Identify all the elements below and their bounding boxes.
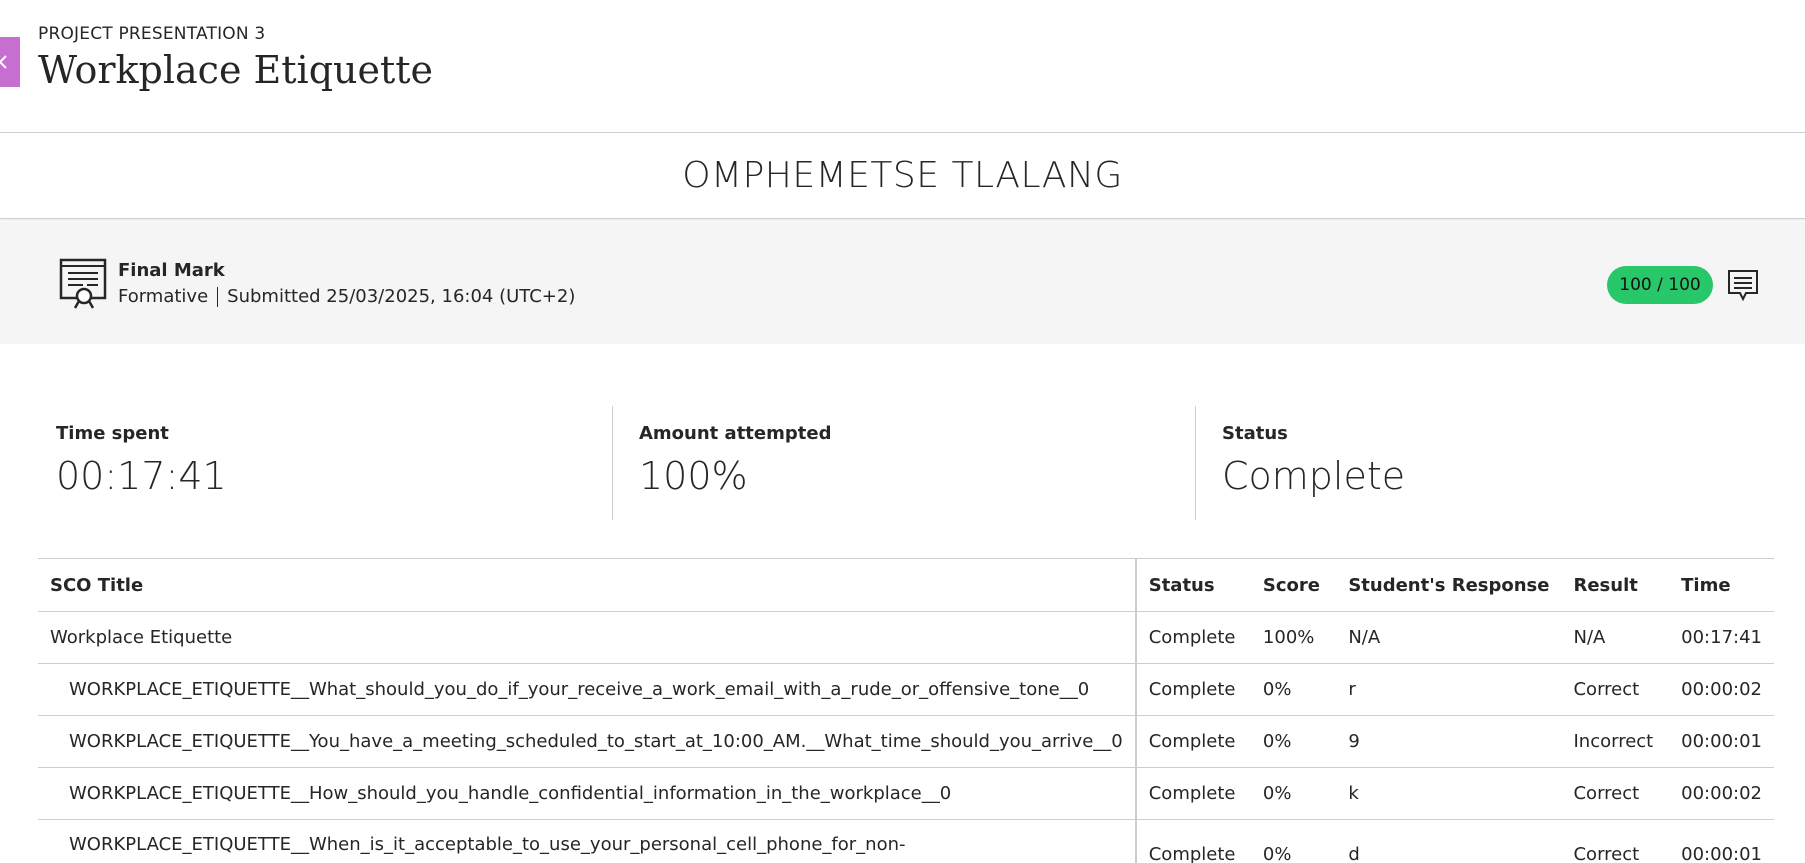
sco-status: Complete (1135, 819, 1251, 863)
stat-value: 00:17:41 (56, 454, 227, 498)
attempt-stats: Time spent 00:17:41 Amount attempted 100… (0, 406, 1805, 520)
sco-result: Correct (1561, 663, 1670, 716)
certificate-icon (59, 258, 107, 309)
sco-score: 0% (1250, 819, 1337, 863)
back-button[interactable] (0, 37, 20, 87)
stat-divider (612, 406, 613, 520)
stat-label: Status (1222, 423, 1288, 444)
comment-icon[interactable] (1727, 269, 1759, 303)
sco-status: Complete (1135, 663, 1251, 716)
sco-status: Complete (1135, 611, 1251, 664)
sco-time: 00:00:02 (1669, 767, 1774, 820)
meta-separator (217, 286, 219, 307)
sco-result: N/A (1561, 611, 1670, 664)
submitted-date: Submitted 25/03/2025, 16:04 (UTC+2) (227, 286, 576, 307)
page-title: Workplace Etiquette (38, 48, 434, 92)
column-header: Result (1561, 558, 1670, 612)
column-header: Status (1135, 558, 1251, 612)
sco-score: 0% (1250, 715, 1337, 768)
sco-score: 0% (1250, 663, 1337, 716)
table-row: WORKPLACE_ETIQUETTE__You_have_a_meeting_… (38, 715, 1774, 768)
stat-value: Complete (1222, 454, 1406, 498)
stat-label: Time spent (56, 423, 169, 444)
sco-time: 00:00:01 (1669, 819, 1774, 863)
sco-score: 100% (1250, 611, 1337, 664)
column-header: Time (1669, 558, 1774, 612)
stat-status: Status Complete (1222, 406, 1405, 520)
sco-title: WORKPLACE_ETIQUETTE__You_have_a_meeting_… (38, 715, 1137, 768)
page-header: PROJECT PRESENTATION 3 Workplace Etiquet… (38, 24, 433, 92)
stat-divider (1195, 406, 1196, 520)
table-header-row: SCO Title Status Score Student's Respons… (38, 558, 1774, 612)
column-header: SCO Title (38, 558, 1137, 612)
table-row: WORKPLACE_ETIQUETTE__How_should_you_hand… (38, 767, 1774, 820)
sco-status: Complete (1135, 767, 1251, 820)
sco-result: Incorrect (1561, 715, 1670, 768)
sco-result: Correct (1561, 767, 1670, 820)
table-row: WORKPLACE_ETIQUETTE__When_is_it_acceptab… (38, 819, 1774, 863)
student-name: OMPHEMETSE TLALANG (682, 155, 1123, 196)
sco-title: WORKPLACE_ETIQUETTE__When_is_it_acceptab… (38, 819, 1137, 863)
score-badge[interactable]: 100 / 100 (1607, 266, 1713, 304)
sco-response: 9 (1336, 715, 1562, 768)
sco-response: r (1336, 663, 1562, 716)
sco-result: Correct (1561, 819, 1670, 863)
table-row: WORKPLACE_ETIQUETTE__What_should_you_do_… (38, 663, 1774, 716)
sco-time: 00:00:02 (1669, 663, 1774, 716)
chevron-left-icon (0, 55, 7, 69)
grade-title: Final Mark (118, 260, 225, 281)
stat-amount-attempted: Amount attempted 100% (639, 406, 831, 520)
sco-title: WORKPLACE_ETIQUETTE__How_should_you_hand… (38, 767, 1137, 820)
grade-type: Formative (118, 286, 209, 307)
stat-label: Amount attempted (639, 423, 832, 444)
grade-summary: Final Mark Formative Submitted 25/03/202… (0, 222, 1805, 344)
sco-response: N/A (1336, 611, 1562, 664)
sco-response: k (1336, 767, 1562, 820)
sco-time: 00:00:01 (1669, 715, 1774, 768)
stat-value: 100% (639, 454, 748, 498)
sco-title: WORKPLACE_ETIQUETTE__What_should_you_do_… (38, 663, 1137, 716)
sco-title: Workplace Etiquette (38, 611, 1137, 664)
course-eyebrow: PROJECT PRESENTATION 3 (38, 24, 266, 44)
table-row: Workplace Etiquette Complete 100% N/A N/… (38, 611, 1774, 664)
student-bar: OMPHEMETSE TLALANG (0, 133, 1805, 219)
grade-info: Final Mark Formative Submitted 25/03/202… (118, 260, 575, 307)
column-header: Student's Response (1336, 558, 1562, 612)
sco-score: 0% (1250, 767, 1337, 820)
sco-time: 00:17:41 (1669, 611, 1774, 664)
stat-time-spent: Time spent 00:17:41 (56, 406, 227, 520)
sco-status: Complete (1135, 715, 1251, 768)
sco-table: SCO Title Status Score Student's Respons… (38, 558, 1774, 863)
column-header: Score (1250, 558, 1337, 612)
grade-meta: Formative Submitted 25/03/2025, 16:04 (U… (118, 286, 575, 307)
sco-response: d (1336, 819, 1562, 863)
